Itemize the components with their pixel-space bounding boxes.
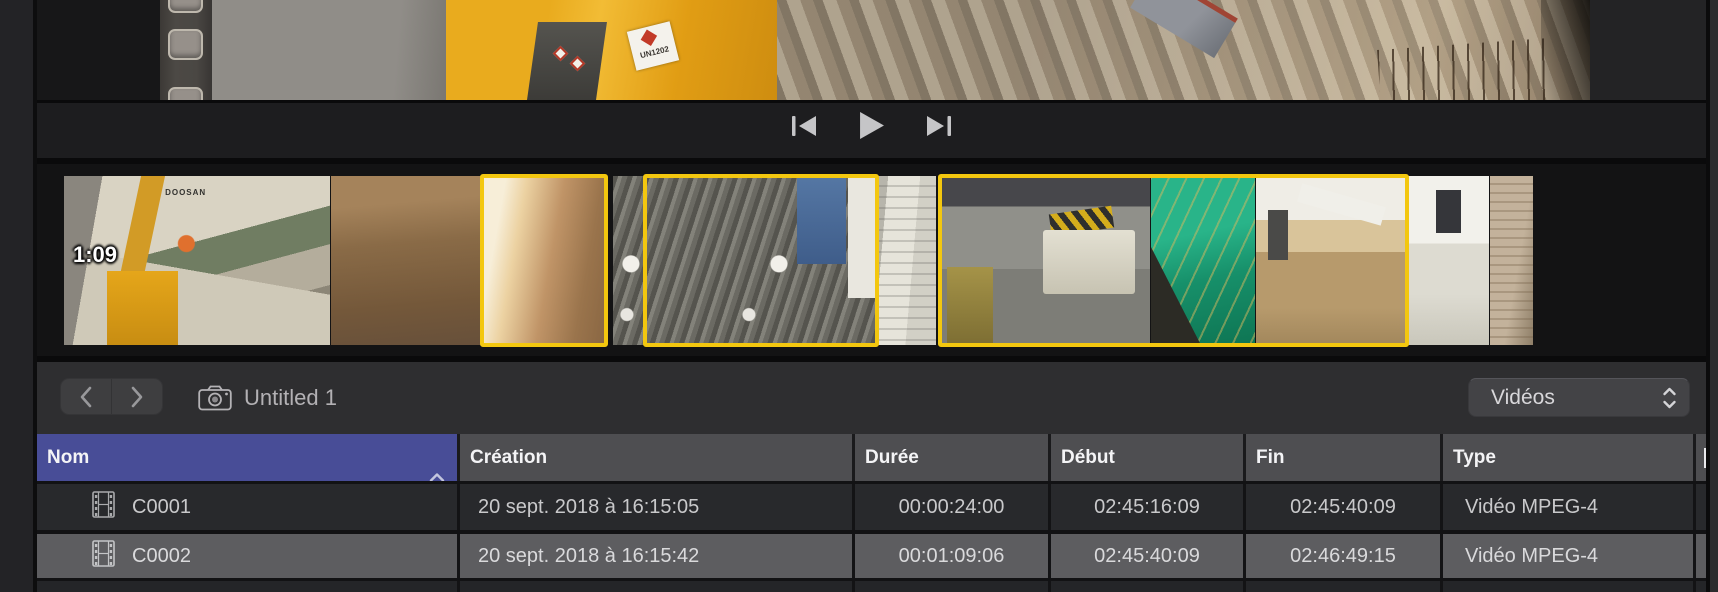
cell-duree: 00:00:24:00	[855, 484, 1048, 530]
skip-to-end-icon	[927, 115, 951, 136]
cell-debut: 02:45:40:09	[1051, 534, 1243, 578]
sprocket-hole	[168, 0, 203, 13]
video-preview-pane: UN1202	[37, 0, 1706, 100]
column-label: Type	[1453, 447, 1496, 468]
hazard-diamond-icon	[641, 29, 658, 46]
rocky-excavation-area	[776, 0, 1590, 100]
chevron-up-down-icon	[1662, 387, 1677, 409]
cell-type: Vidéo MPEG-4	[1443, 534, 1693, 578]
column-label: Durée	[865, 447, 919, 468]
preview-letterbox	[37, 0, 160, 100]
cell-nom	[37, 581, 457, 592]
clip-duration-badge: 1:09	[73, 242, 118, 267]
selection-outline	[643, 174, 879, 347]
cell-type: Vidéo MPEG-4	[1443, 484, 1693, 530]
skip-to-start-icon	[792, 115, 816, 136]
play-icon	[860, 112, 884, 139]
column-header-fin[interactable]: Fin	[1246, 434, 1440, 481]
cell-debut	[1051, 581, 1243, 592]
film-clip-icon	[92, 539, 115, 573]
clip-thumbnail[interactable]	[613, 176, 644, 345]
yellow-equipment	[106, 270, 179, 345]
skip-to-end-button[interactable]	[926, 115, 952, 137]
table-header: Nom Création Durée Début Fin Type	[37, 434, 1707, 482]
clip-name: C0001	[132, 495, 191, 518]
filmstrip-sprocket-decoration	[160, 0, 212, 100]
metal-beam	[1129, 0, 1238, 58]
cell-fin	[1246, 581, 1440, 592]
hazard-plate-label: UN1202	[639, 44, 671, 61]
play-button[interactable]	[859, 112, 884, 139]
window-right-edge	[1710, 0, 1718, 592]
table-row[interactable]: C0002 20 sept. 2018 à 16:15:42 00:01:09:…	[37, 534, 1706, 578]
cell-debut: 02:45:16:09	[1051, 484, 1243, 530]
chevron-right-icon	[131, 386, 143, 407]
chevron-left-icon	[80, 386, 92, 407]
media-filter-value: Vidéos	[1491, 385, 1555, 409]
back-button[interactable]	[61, 379, 112, 414]
cell-clipped	[1696, 484, 1706, 530]
machine-brand-label: DOOSAN	[165, 187, 207, 197]
media-filter-dropdown[interactable]: Vidéos	[1468, 378, 1690, 417]
camera-icon	[198, 385, 232, 416]
history-nav-control	[60, 378, 163, 415]
forward-button[interactable]	[112, 379, 162, 414]
clip-thumbnail[interactable]	[331, 176, 481, 345]
rebar-rods	[1376, 38, 1552, 100]
table-row-partial	[37, 581, 1706, 592]
table-row[interactable]: C0001 20 sept. 2018 à 16:15:05 00:00:24:…	[37, 484, 1706, 530]
yellow-machine: UN1202	[446, 0, 777, 100]
machine-panel	[526, 22, 608, 100]
shadow-edge	[1541, 0, 1590, 100]
cell-creation: 20 sept. 2018 à 16:15:42	[460, 534, 852, 578]
cell-type	[1443, 581, 1693, 592]
hazard-plate: UN1202	[627, 21, 680, 71]
cell-nom: C0002	[37, 534, 457, 578]
cell-clipped	[1696, 581, 1706, 592]
column-label: Fin	[1256, 447, 1285, 468]
media-import-window: UN1202 DOOSAN 1:09 Untitled 1 Vidéos Nom…	[0, 0, 1718, 592]
sprocket-hole	[168, 87, 203, 100]
event-toolbar: Untitled 1 Vidéos	[37, 362, 1706, 434]
clip-thumbnail[interactable]	[1490, 176, 1533, 345]
cell-duree	[855, 581, 1048, 592]
column-header-creation[interactable]: Création	[460, 434, 852, 481]
film-clip-icon	[92, 490, 115, 524]
sprocket-hole	[168, 29, 203, 60]
column-label: Création	[470, 447, 548, 468]
window-opening	[1435, 189, 1462, 234]
cell-nom: C0001	[37, 484, 457, 530]
cell-creation	[460, 581, 852, 592]
cell-fin: 02:45:40:09	[1246, 484, 1440, 530]
column-header-duree[interactable]: Durée	[855, 434, 1048, 481]
clip-filmstrip: DOOSAN 1:09	[37, 164, 1706, 356]
clip-thumbnail[interactable]	[878, 176, 936, 345]
selection-outline	[480, 174, 608, 347]
column-header-nom[interactable]: Nom	[37, 434, 457, 482]
column-header-debut[interactable]: Début	[1051, 434, 1243, 481]
playback-controls	[37, 103, 1706, 158]
skip-to-start-button[interactable]	[791, 115, 817, 137]
video-preview[interactable]: UN1202	[212, 0, 1590, 100]
column-header-type[interactable]: Type	[1443, 434, 1693, 481]
divider	[33, 0, 37, 592]
clip-thumbnail[interactable]	[1408, 176, 1489, 345]
window-left-edge	[0, 0, 33, 592]
cell-clipped	[1696, 534, 1706, 578]
selection-outline	[938, 174, 1409, 347]
cell-creation: 20 sept. 2018 à 16:15:05	[460, 484, 852, 530]
event-title: Untitled 1	[244, 385, 337, 410]
clip-name: C0002	[132, 544, 191, 567]
cell-duree: 00:01:09:06	[855, 534, 1048, 578]
concrete-wall	[212, 0, 447, 100]
cell-fin: 02:46:49:15	[1246, 534, 1440, 578]
column-label: Nom	[47, 447, 90, 468]
column-label: Début	[1061, 447, 1115, 468]
crane-arm	[120, 176, 165, 271]
column-header-clipped	[1696, 434, 1707, 481]
